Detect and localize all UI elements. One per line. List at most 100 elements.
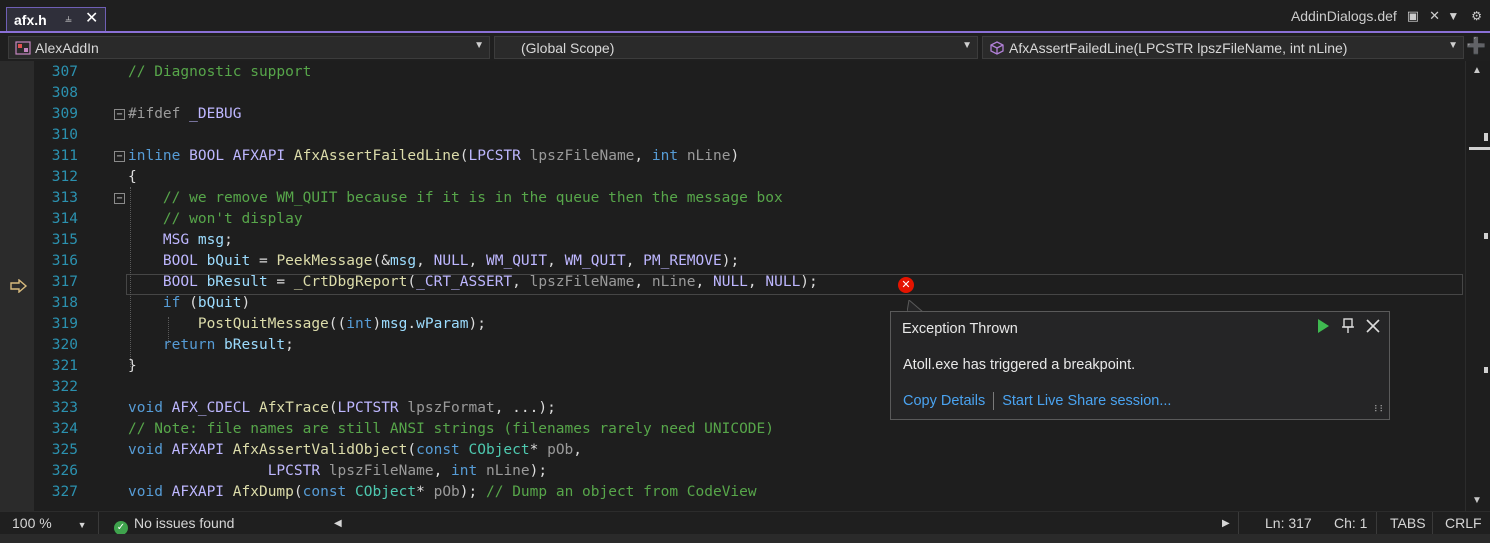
line-number: 327 xyxy=(51,484,78,500)
live-share-link[interactable]: Start Live Share session... xyxy=(1002,393,1171,409)
tab-label: afx.h xyxy=(14,11,47,28)
line-number: 317 xyxy=(51,274,78,290)
project-label: AlexAddIn xyxy=(35,39,99,56)
dock-icon[interactable]: ▣ xyxy=(1407,8,1419,24)
pin-icon[interactable]: ⫨ xyxy=(65,11,72,26)
chevron-down-icon: ▼ xyxy=(77,520,87,530)
code-line: 326 LPCSTR lpszFileName, int nLine); xyxy=(0,461,1465,482)
pin-icon[interactable] xyxy=(1341,318,1355,334)
tab-list-dropdown-icon[interactable]: ▼ xyxy=(1447,9,1459,23)
collapse-icon[interactable]: − xyxy=(114,151,125,162)
exception-popup: Exception Thrown Atoll.exe has triggered… xyxy=(890,311,1390,420)
code-line-current: 317 BOOL bResult = _CrtDbgReport(_CRT_AS… xyxy=(0,272,1465,293)
line-number: 309 xyxy=(51,106,78,122)
code-line: 313 − // we remove WM_QUIT because if it… xyxy=(0,188,1465,209)
code-line: 327 void AFXAPI AfxDump(const CObject* p… xyxy=(0,482,1465,503)
check-circle-icon: ✓ xyxy=(114,521,128,535)
close-icon[interactable] xyxy=(1365,318,1381,334)
column-indicator[interactable]: Ch: 1 xyxy=(1334,515,1367,531)
tab-tools: ▼ ⚙ xyxy=(1447,9,1482,23)
line-number: 311 xyxy=(51,148,78,164)
line-number: 325 xyxy=(51,442,78,458)
scroll-up-icon[interactable]: ▲ xyxy=(1472,65,1482,76)
line-code: PostQuitMessage((int)msg.wParam); xyxy=(197,316,486,332)
line-number: 318 xyxy=(51,295,78,311)
code-line: 310 xyxy=(0,125,1465,146)
code-line: 315 MSG msg; xyxy=(0,230,1465,251)
line-ending-indicator[interactable]: CRLF xyxy=(1445,515,1482,531)
line-code: BOOL bResult = _CrtDbgReport(_CRT_ASSERT… xyxy=(162,274,818,290)
scope-dropdown[interactable]: (Global Scope) ▼ xyxy=(494,36,978,59)
issues-indicator[interactable]: ✓ No issues found xyxy=(114,515,234,535)
line-number: 321 xyxy=(51,358,78,374)
popup-links: Copy Details Start Live Share session... xyxy=(903,392,1171,410)
line-code: MSG msg; xyxy=(162,232,233,248)
scroll-marker xyxy=(1484,367,1488,373)
close-icon[interactable]: ✕ xyxy=(1429,8,1440,24)
error-icon[interactable]: ✕ xyxy=(898,277,914,293)
line-number: 323 xyxy=(51,400,78,416)
line-number: 313 xyxy=(51,190,78,206)
code-line: 324 // Note: file names are still ANSI s… xyxy=(0,419,1465,440)
line-code: { xyxy=(128,169,137,185)
split-editor-icon[interactable]: ➕ xyxy=(1466,37,1486,57)
line-number: 319 xyxy=(51,316,78,332)
window-bottom-strip xyxy=(0,534,1490,543)
scroll-left-icon[interactable]: ◀ xyxy=(334,518,342,529)
code-editor[interactable]: 307 // Diagnostic support 308 309 − #ifd… xyxy=(0,61,1465,511)
project-dropdown[interactable]: AlexAddIn ▼ xyxy=(8,36,490,59)
divider xyxy=(1238,512,1239,535)
line-number: 326 xyxy=(51,463,78,479)
line-number: 324 xyxy=(51,421,78,437)
scroll-thumb[interactable] xyxy=(1469,147,1490,150)
continue-play-icon[interactable] xyxy=(1315,318,1331,334)
collapse-icon[interactable]: − xyxy=(114,193,125,204)
divider xyxy=(1376,512,1377,535)
line-code: void AFXAPI AfxDump(const CObject* pOb);… xyxy=(128,484,757,500)
line-number: 308 xyxy=(51,85,78,101)
gear-icon[interactable]: ⚙ xyxy=(1471,9,1482,23)
popup-buttons xyxy=(1315,318,1381,334)
indent-mode-indicator[interactable]: TABS xyxy=(1390,515,1426,531)
line-indicator[interactable]: Ln: 317 xyxy=(1265,515,1312,531)
line-number: 314 xyxy=(51,211,78,227)
tab-addindialogs-def[interactable]: AddinDialogs.def ▣ ✕ xyxy=(1291,8,1440,24)
scroll-marker xyxy=(1484,233,1488,239)
line-number: 316 xyxy=(51,253,78,269)
line-code: if (bQuit) xyxy=(162,295,251,311)
line-code: // we remove WM_QUIT because if it is in… xyxy=(162,190,783,206)
line-code: BOOL bQuit = PeekMessage(&msg, NULL, WM_… xyxy=(162,253,740,269)
line-code: } xyxy=(128,358,137,374)
line-number: 320 xyxy=(51,337,78,353)
close-icon[interactable]: ✕ xyxy=(85,8,98,28)
line-number: 310 xyxy=(51,127,78,143)
tab-afx-h[interactable]: afx.h ⫨ ✕ xyxy=(6,7,106,31)
project-icon xyxy=(15,40,31,55)
navigation-bar: AlexAddIn ▼ (Global Scope) ▼ AfxAssertFa… xyxy=(0,35,1490,61)
scroll-down-icon[interactable]: ▼ xyxy=(1472,495,1482,506)
collapse-icon[interactable]: − xyxy=(114,109,125,120)
line-number: 322 xyxy=(51,379,78,395)
copy-details-link[interactable]: Copy Details xyxy=(903,393,985,409)
code-line: 309 − #ifdef _DEBUG xyxy=(0,104,1465,125)
member-label: AfxAssertFailedLine(LPCSTR lpszFileName,… xyxy=(1009,39,1348,56)
line-code: // won't display xyxy=(162,211,303,227)
line-number: 307 xyxy=(51,64,78,80)
scope-label: (Global Scope) xyxy=(521,39,615,56)
chevron-down-icon: ▼ xyxy=(962,40,972,51)
code-line: 314 // won't display xyxy=(0,209,1465,230)
zoom-dropdown[interactable]: 100 % ▼ xyxy=(12,515,87,531)
code-line: 308 xyxy=(0,83,1465,104)
code-line: 312 { xyxy=(0,167,1465,188)
line-code: inline BOOL AFXAPI AfxAssertFailedLine(L… xyxy=(128,148,740,164)
line-code: void AFXAPI AfxAssertValidObject(const C… xyxy=(128,442,583,458)
member-dropdown[interactable]: AfxAssertFailedLine(LPCSTR lpszFileName,… xyxy=(982,36,1464,59)
exception-message: Atoll.exe has triggered a breakpoint. xyxy=(903,357,1136,373)
issues-label: No issues found xyxy=(134,515,235,531)
code-line: 311 − inline BOOL AFXAPI AfxAssertFailed… xyxy=(0,146,1465,167)
scroll-right-icon[interactable]: ▶ xyxy=(1222,518,1230,529)
vertical-scrollbar[interactable]: ▲ ▼ xyxy=(1465,61,1490,511)
line-code: // Diagnostic support xyxy=(128,64,312,80)
resize-grip-icon[interactable]: ⠇⠇ xyxy=(1374,404,1386,415)
divider xyxy=(98,512,99,535)
